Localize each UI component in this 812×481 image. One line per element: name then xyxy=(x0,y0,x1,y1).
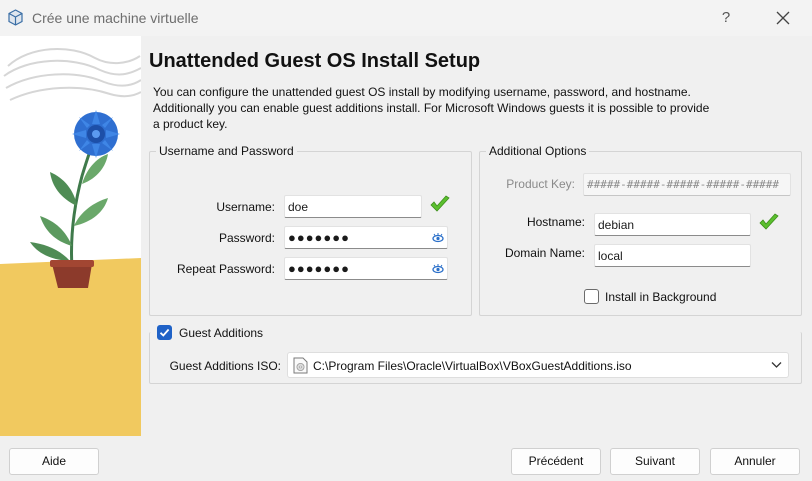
product-key-label: Product Key: xyxy=(506,177,575,191)
help-button[interactable]: Aide xyxy=(9,448,99,475)
hostname-valid-check-icon xyxy=(759,213,779,230)
repeat-password-label: Repeat Password: xyxy=(176,262,275,276)
hostname-label: Hostname: xyxy=(526,215,585,229)
domain-name-label: Domain Name: xyxy=(504,246,585,260)
main-panel: Unattended Guest OS Install Setup You ca… xyxy=(141,36,812,436)
guest-additions-iso-value: C:\Program Files\Oracle\VirtualBox\VBoxG… xyxy=(313,359,632,373)
next-button[interactable]: Suivant xyxy=(610,448,700,475)
password-label: Password: xyxy=(218,231,275,245)
guest-additions-iso-combo[interactable]: C:\Program Files\Oracle\VirtualBox\VBoxG… xyxy=(287,352,789,378)
cancel-button[interactable]: Annuler xyxy=(710,448,800,475)
page-title: Unattended Guest OS Install Setup xyxy=(149,50,481,72)
credentials-group-title: Username and Password xyxy=(156,144,297,158)
wizard-illustration xyxy=(0,36,141,436)
back-button[interactable]: Précédent xyxy=(511,448,601,475)
repeat-password-field[interactable]: ●●●●●●● xyxy=(284,257,448,280)
chevron-down-icon[interactable] xyxy=(771,361,782,369)
close-icon[interactable] xyxy=(770,6,796,30)
guest-additions-checkbox[interactable] xyxy=(157,325,172,340)
password-field[interactable]: ●●●●●●● xyxy=(284,226,448,249)
additional-options-group: Additional Options Product Key: #####-##… xyxy=(479,144,802,316)
hostname-field[interactable]: debian xyxy=(594,213,751,236)
show-password-icon[interactable] xyxy=(432,232,444,244)
window-title: Crée une machine virtuelle xyxy=(32,10,199,26)
title-bar: Crée une machine virtuelle ? xyxy=(0,0,812,36)
virtualbox-icon xyxy=(8,9,23,26)
checkmark-icon xyxy=(159,328,170,337)
valid-check-icon xyxy=(430,195,450,212)
help-title-button[interactable]: ? xyxy=(716,8,736,28)
install-background-label[interactable]: Install in Background xyxy=(605,290,716,304)
username-label: Username: xyxy=(216,200,275,214)
product-key-field: #####-#####-#####-#####-##### xyxy=(583,173,791,196)
username-field[interactable]: doe xyxy=(284,195,422,218)
show-repeat-password-icon[interactable] xyxy=(432,263,444,275)
guest-additions-label[interactable]: Guest Additions xyxy=(179,326,263,340)
iso-disc-file-icon xyxy=(293,357,308,374)
additional-options-group-title: Additional Options xyxy=(486,144,590,158)
install-background-checkbox[interactable] xyxy=(584,289,599,304)
page-description: You can configure the unattended guest O… xyxy=(153,85,710,131)
guest-additions-iso-label: Guest Additions ISO: xyxy=(169,359,281,373)
domain-name-field[interactable]: local xyxy=(594,244,751,267)
wizard-footer: Aide Précédent Suivant Annuler xyxy=(0,436,812,481)
plant-illustration xyxy=(0,36,141,436)
credentials-group: Username and Password Username: doe Pass… xyxy=(149,144,472,316)
